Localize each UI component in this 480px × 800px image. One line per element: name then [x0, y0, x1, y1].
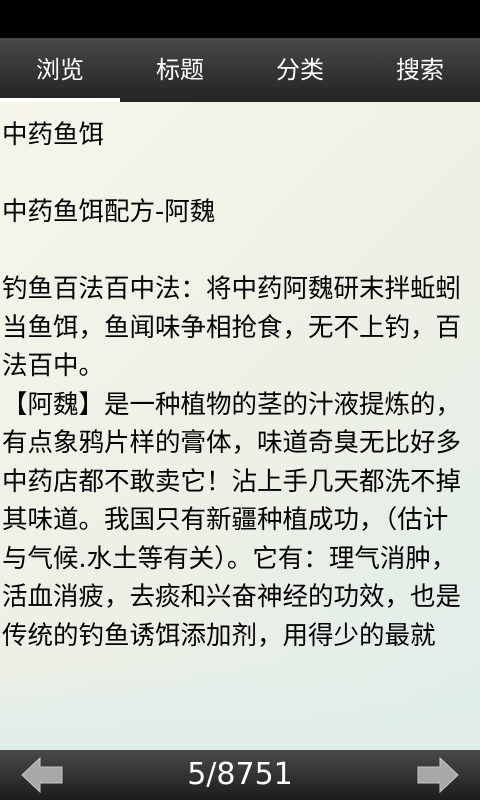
- status-bar: [0, 0, 480, 38]
- tab-browse[interactable]: 浏览: [0, 38, 120, 102]
- tab-titles[interactable]: 标题: [120, 38, 240, 102]
- reading-area[interactable]: 中药鱼饵 中药鱼饵配方-阿魏 钓鱼百法百中法：将中药阿魏研末拌蚯蚓当鱼饵，鱼闻味…: [0, 102, 480, 750]
- tab-categories[interactable]: 分类: [240, 38, 360, 102]
- article-title: 中药鱼饵: [2, 120, 105, 150]
- arrow-right-icon[interactable]: [416, 756, 460, 794]
- app-root: 浏览 标题 分类 搜索 中药鱼饵 中药鱼饵配方-阿魏 钓鱼百法百中法：将中药阿魏…: [0, 0, 480, 800]
- arrow-right-icon-graphic: [417, 756, 459, 794]
- article-subtitle: 中药鱼饵配方-阿魏: [2, 197, 216, 227]
- article-paragraph: 钓鱼百法百中法：将中药阿魏研末拌蚯蚓当鱼饵，鱼闻味争相抢食，无不上钓，百法百中。: [2, 274, 462, 381]
- tab-bar: 浏览 标题 分类 搜索: [0, 38, 480, 102]
- book-text: 中药鱼饵 中药鱼饵配方-阿魏 钓鱼百法百中法：将中药阿魏研末拌蚯蚓当鱼饵，鱼闻味…: [0, 102, 480, 655]
- tab-search[interactable]: 搜索: [360, 38, 480, 102]
- article-paragraph: 【阿魏】是一种植物的茎的汁液提炼的，有点象鸦片样的膏体，味道奇臭无比好多中药店都…: [2, 389, 462, 651]
- text-fade-overlay: [0, 660, 480, 750]
- page-indicator: 5/8751: [187, 757, 293, 792]
- bottom-bar: 5/8751: [0, 750, 480, 800]
